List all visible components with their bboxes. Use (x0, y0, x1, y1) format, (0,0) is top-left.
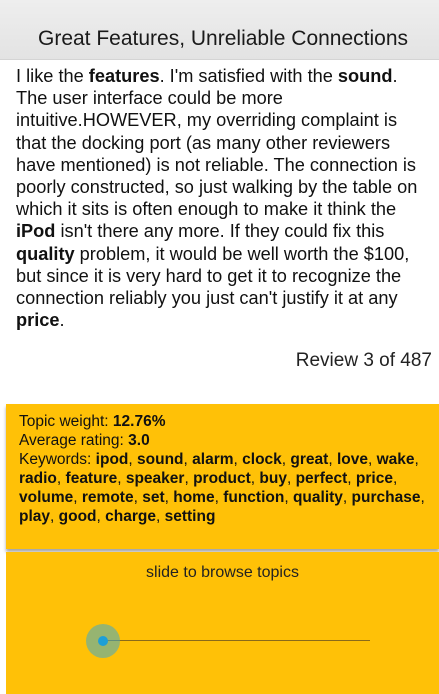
topic-weight-label: Topic weight: (19, 413, 113, 430)
title-bar: Great Features, Unreliable Connections (0, 0, 439, 60)
keyword-item: buy (259, 470, 287, 487)
keyword-item: clock (242, 451, 282, 468)
keyword-item: sound (137, 451, 184, 468)
review-text-segment: I like the (16, 66, 89, 86)
keyword-item: quality (292, 489, 343, 506)
review-keyword: price (16, 310, 60, 331)
slider-track[interactable] (102, 640, 370, 641)
keyword-separator: , (342, 489, 352, 506)
keyword-item: set (142, 489, 165, 506)
keyword-separator: , (233, 451, 243, 468)
keyword-separator: , (367, 451, 377, 468)
keyword-item: home (173, 489, 215, 506)
keyword-separator: , (73, 489, 82, 506)
keyword-item: play (19, 508, 51, 525)
keyword-separator: , (96, 508, 106, 525)
keyword-separator: , (56, 470, 66, 487)
keyword-separator: , (155, 508, 165, 525)
keyword-separator: , (414, 451, 419, 468)
keyword-separator: , (284, 489, 293, 506)
keyword-item: good (58, 508, 97, 525)
review-keyword: quality (16, 243, 75, 264)
review-text-segment: . I'm satisfied with the (159, 66, 338, 86)
review-keyword: features (88, 66, 160, 86)
keyword-item: volume (19, 489, 74, 506)
keyword-item: great (290, 451, 329, 468)
keyword-item: purchase (351, 489, 421, 506)
keyword-separator: , (420, 489, 425, 506)
review-text-segment: problem, it would be well worth the $100… (16, 243, 410, 309)
review-text-segment: . (59, 310, 65, 331)
keyword-item: setting (164, 508, 216, 525)
keyword-item: love (336, 451, 368, 468)
review-counter: Review 3 of 487 (295, 350, 432, 371)
average-rating-label: Average rating: (19, 432, 129, 449)
keyword-item: product (193, 470, 251, 487)
keyword-separator: , (392, 470, 398, 487)
keyword-separator: , (183, 451, 193, 468)
keywords-label: Keywords: (19, 451, 96, 468)
review-text-segment: isn't there any more. If they could fix … (55, 221, 385, 242)
keyword-item: price (355, 470, 393, 487)
topic-info-panel: Topic weight: 12.76% Average rating: 3.0… (6, 404, 439, 549)
keyword-separator: , (214, 489, 224, 506)
keyword-item: remote (81, 489, 134, 506)
topic-weight: Topic weight: 12.76% (19, 412, 166, 431)
review-title: Great Features, Unreliable Connections (38, 27, 409, 50)
slider-thumb[interactable] (98, 636, 108, 646)
keyword-item: radio (19, 470, 57, 487)
average-rating-value: 3.0 (128, 432, 150, 449)
average-rating: Average rating: 3.0 (19, 431, 150, 450)
keyword-item: charge (105, 508, 156, 525)
keyword-separator: , (347, 470, 356, 487)
keyword-separator: , (50, 508, 59, 525)
review-keyword: sound (337, 66, 393, 86)
keyword-item: function (223, 489, 285, 506)
keyword-separator: , (164, 489, 174, 506)
keyword-separator: , (133, 489, 143, 506)
keyword-separator: , (117, 470, 126, 487)
keyword-separator: , (328, 451, 337, 468)
keyword-separator: , (286, 470, 296, 487)
keywords: Keywords: ipod, sound, alarm, clock, gre… (19, 450, 437, 526)
keyword-separator: , (128, 451, 138, 468)
keyword-item: alarm (192, 451, 234, 468)
review-text: I like the features. I'm satisfied with … (16, 65, 432, 337)
keyword-item: speaker (125, 470, 185, 487)
topic-slider-panel: slide to browse topics (6, 552, 439, 694)
slider-caption: slide to browse topics (146, 564, 299, 581)
keyword-item: wake (376, 451, 415, 468)
keyword-separator: , (184, 470, 194, 487)
review-text-segment: . The user interface could be more intui… (16, 66, 418, 220)
keyword-item: feature (65, 470, 118, 487)
keyword-item: perfect (295, 470, 348, 487)
topic-weight-value: 12.76% (112, 413, 166, 430)
review-keyword: iPod (16, 221, 56, 242)
keyword-item: ipod (95, 451, 129, 468)
